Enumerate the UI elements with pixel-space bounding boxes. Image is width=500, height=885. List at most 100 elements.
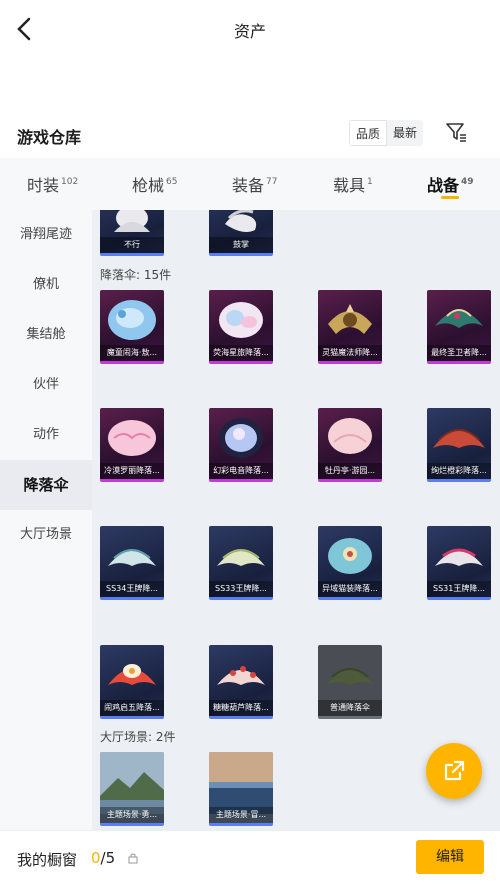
warehouse-title: 游戏仓库 [17,128,82,147]
item-card[interactable]: 普通降落伞 [318,645,382,719]
category-tabs: 时装 102 枪械 65 装备 77 载具 1 战备 49 [0,158,500,210]
item-name: 闹鸡启五降落... [100,700,164,716]
top-bar: 资产 [0,0,500,58]
item-card[interactable]: SS34王牌降... [100,526,164,600]
parachute-icon [328,538,372,574]
tab-weapons[interactable]: 枪械 65 [132,172,177,196]
sidebar-item-lobby-scene[interactable]: 大厅场景 [0,510,92,560]
parachute-icon [108,300,156,340]
item-name: 普通降落伞 [318,700,382,716]
footer-bar: 我的橱窗 0/5 编辑 [0,830,500,885]
parachute-icon [217,549,265,566]
tab-count: 49 [461,177,474,187]
item-card[interactable]: 荧海星旅降落... [209,290,273,364]
item-name: 最终圣卫者降... [427,345,491,361]
item-name: 牡丹亭·游园... [318,463,382,479]
item-card[interactable]: 不行 [100,210,164,256]
sidebar-item-parachute[interactable]: 降落伞 [0,460,92,510]
item-card[interactable]: 闹鸡启五降落... [100,645,164,719]
item-name: 糖糖葫芦降落... [209,700,273,716]
sort-toggle: 品质 最新 [349,120,424,146]
item-card[interactable]: 牡丹亭·游园... [318,408,382,482]
item-grid: 不行 鼓掌 降落伞: 15件 魔童闹海·敖... 荧海星旅降落... 灵猫魔法师… [92,210,500,830]
sidebar-item-companion[interactable]: 伙伴 [0,360,92,410]
tab-vehicles[interactable]: 载具 1 [333,172,373,196]
scene-thumbnail-icon [209,752,273,814]
tab-count: 1 [367,177,373,187]
tab-fashion[interactable]: 时装 102 [27,172,78,196]
showcase-label: 我的橱窗 [17,851,78,869]
item-name: 冷漠罗丽降落... [100,463,164,479]
item-name: SS34王牌降... [100,581,164,597]
item-card[interactable]: 冷漠罗丽降落... [100,408,164,482]
item-name: 主题场景·勇... [100,807,164,823]
item-card[interactable]: 异域猫装降落... [318,526,382,600]
tab-count: 65 [166,177,178,187]
parachute-icon [219,302,263,338]
page-title: 资产 [233,22,266,41]
item-card[interactable]: 幻彩电音降落... [209,408,273,482]
tab-battle-gear[interactable]: 战备 49 [427,172,474,196]
sort-quality-button[interactable]: 品质 [349,120,388,146]
active-tab-indicator [441,196,459,199]
warehouse-header: 游戏仓库 品质 最新 [0,112,500,158]
filter-icon[interactable] [444,120,468,144]
item-card[interactable]: SS31王牌降... [427,526,491,600]
item-name: 不行 [100,237,164,253]
tab-equipment[interactable]: 装备 77 [232,172,277,196]
parachute-icon [217,666,265,685]
item-name: 荧海星旅降落... [209,345,273,361]
parachute-icon [435,548,483,566]
item-name: 魔童闹海·敖... [100,345,164,361]
parachute-icon [108,420,156,456]
parachute-icon [326,668,374,685]
item-name: 幻彩电音降落... [209,463,273,479]
item-card[interactable]: 最终圣卫者降... [427,290,491,364]
item-name: SS31王牌降... [427,581,491,597]
tab-label: 载具 [333,176,366,195]
item-card[interactable]: 鼓掌 [209,210,273,256]
tab-label: 枪械 [132,176,165,195]
tab-label: 时装 [27,176,60,195]
sidebar: 滑翔尾迹 僚机 集结舱 伙伴 动作 降落伞 大厅场景 [0,210,92,830]
tab-count: 77 [266,177,278,187]
lock-icon [128,853,138,864]
sidebar-item-wingman[interactable]: 僚机 [0,260,92,310]
parachute-icon [108,549,156,566]
sidebar-item-pod[interactable]: 集结舱 [0,310,92,360]
sidebar-item-glide-trail[interactable]: 滑翔尾迹 [0,210,92,260]
tab-label: 装备 [232,176,265,195]
item-card[interactable]: SS33王牌降... [209,526,273,600]
parachute-icon [108,664,156,685]
parachute-icon [328,304,372,334]
parachute-section-title: 降落伞: 15件 [100,268,172,282]
parachute-icon [435,309,483,328]
sidebar-item-emote[interactable]: 动作 [0,410,92,460]
item-card[interactable]: 糖糖葫芦降落... [209,645,273,719]
item-name: 灵猫魔法师降... [318,345,382,361]
showcase-count-current: 0 [91,849,101,867]
item-card[interactable]: 主题场景·冒... [209,752,273,826]
scene-thumbnail-icon [100,752,164,814]
showcase-count: 0/5 [91,849,115,867]
tab-count: 102 [61,177,79,187]
item-name: SS33王牌降... [209,581,273,597]
parachute-icon [433,429,485,448]
item-card[interactable]: 绚烂橙彩降落... [427,408,491,482]
share-icon [444,760,465,781]
item-card[interactable]: 灵猫魔法师降... [318,290,382,364]
share-button[interactable] [426,743,482,799]
tab-label: 战备 [427,176,460,195]
showcase-count-total: /5 [100,849,116,867]
item-card[interactable]: 魔童闹海·敖... [100,290,164,364]
edit-button[interactable]: 编辑 [416,840,484,874]
item-name: 鼓掌 [209,237,273,253]
parachute-icon [328,418,372,454]
item-name: 异域猫装降落... [318,581,382,597]
item-card[interactable]: 主题场景·勇... [100,752,164,826]
item-name: 主题场景·冒... [209,807,273,823]
parachute-icon [219,418,263,458]
scene-section-title: 大厅场景: 2件 [100,730,176,744]
sort-newest-button[interactable]: 最新 [387,120,423,146]
item-name: 绚烂橙彩降落... [427,463,491,479]
